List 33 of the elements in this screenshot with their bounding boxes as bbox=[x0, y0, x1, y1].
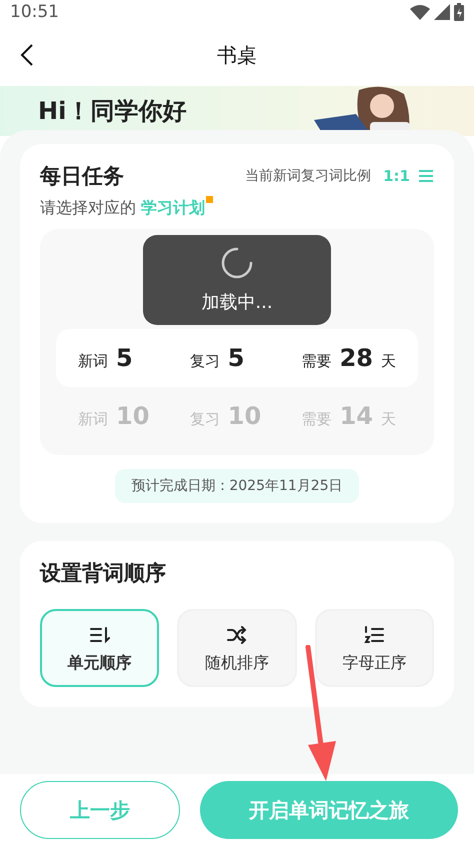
order-option[interactable]: 单元顺序 bbox=[40, 609, 160, 687]
loading-text: 加载中... bbox=[201, 291, 273, 314]
spinner-icon bbox=[220, 246, 254, 280]
plan-label: 天 bbox=[381, 410, 396, 429]
plan-number: 10 bbox=[116, 402, 150, 430]
plan-number: 10 bbox=[228, 402, 262, 430]
order-option[interactable]: 随机排序 bbox=[177, 609, 297, 687]
order-option[interactable]: 字母正序 bbox=[314, 609, 434, 687]
plan-label: 需要 bbox=[302, 410, 332, 429]
battery-icon bbox=[454, 3, 464, 21]
ratio-label: 当前新词复习词比例 bbox=[245, 167, 372, 185]
page-title: 书桌 bbox=[217, 42, 257, 68]
plan-label: 复习 bbox=[190, 410, 220, 429]
plan-label: 新词 bbox=[78, 352, 108, 371]
wifi-icon bbox=[410, 4, 430, 20]
greeting-text: Hi！同学你好 bbox=[38, 96, 186, 127]
plan-label: 天 bbox=[381, 352, 396, 371]
plan-number: 14 bbox=[340, 402, 373, 430]
plan-label: 需要 bbox=[302, 352, 332, 371]
plan-prompt: 请选择对应的 学习计划 bbox=[40, 198, 206, 217]
card-title: 设置背词顺序 bbox=[40, 560, 167, 587]
plan-number: 5 bbox=[116, 344, 133, 372]
plan-label: 复习 bbox=[190, 352, 220, 371]
plan-number: 28 bbox=[340, 344, 373, 372]
status-time: 10:51 bbox=[10, 2, 59, 22]
ratio-value: 1:1 bbox=[383, 167, 410, 185]
plan-option[interactable]: 新词 5 复习 5 需要 28 天 bbox=[56, 329, 418, 387]
finish-date: 预计完成日期：2025年11月25日 bbox=[115, 469, 359, 503]
back-icon bbox=[20, 43, 34, 67]
signal-icon bbox=[434, 4, 450, 20]
card-title: 每日任务 bbox=[40, 163, 124, 190]
plan-number: 5 bbox=[228, 344, 244, 372]
plan-label: 新词 bbox=[78, 410, 108, 429]
